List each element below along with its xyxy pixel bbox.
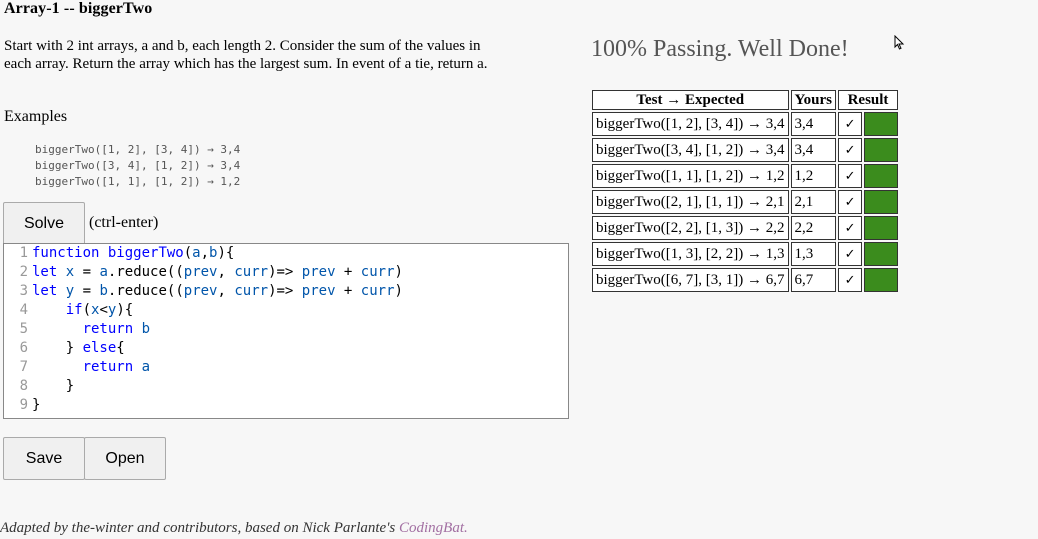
check-icon: ✓: [838, 242, 863, 266]
yours-cell: 2,1: [790, 190, 837, 214]
header-test-expected: Test → Expected: [592, 90, 789, 110]
check-icon: ✓: [838, 216, 863, 240]
code-line[interactable]: 4 if(x<y){: [4, 301, 568, 320]
test-cell: biggerTwo([3, 4], [1, 2]) → 3,4: [592, 138, 789, 162]
result-row: biggerTwo([6, 7], [3, 1]) → 6,7 6,7 ✓: [592, 268, 899, 292]
test-cell: biggerTwo([1, 1], [1, 2]) → 1,2: [592, 164, 789, 188]
result-pass-indicator: [864, 242, 899, 266]
test-cell: biggerTwo([2, 1], [1, 1]) → 2,1: [592, 190, 789, 214]
save-button[interactable]: Save: [3, 437, 85, 480]
yours-cell: 2,2: [790, 216, 837, 240]
footer-text: Adapted by the-winter and contributors, …: [0, 520, 399, 536]
code-line[interactable]: 8 }: [4, 377, 568, 396]
yours-cell: 1,3: [790, 242, 837, 266]
test-cell: biggerTwo([1, 2], [3, 4]) → 3,4: [592, 112, 789, 136]
code-line[interactable]: 2 let x = a.reduce((prev, curr)=> prev + …: [4, 263, 568, 282]
code-editor[interactable]: 1 function biggerTwo(a,b){ 2 let x = a.red…: [3, 243, 569, 419]
result-pass-indicator: [864, 112, 899, 136]
line-number: 5: [19, 321, 28, 337]
results-table: Test → Expected Yours Result biggerTwo([…: [590, 88, 900, 294]
result-pass-indicator: [864, 216, 899, 240]
check-icon: ✓: [838, 164, 863, 188]
line-number: 7: [19, 359, 28, 375]
check-icon: ✓: [838, 268, 863, 292]
passing-status: 100% Passing. Well Done!: [591, 36, 849, 62]
result-pass-indicator: [864, 164, 899, 188]
code-line[interactable]: 1 function biggerTwo(a,b){: [4, 244, 568, 263]
result-pass-indicator: [864, 268, 899, 292]
header-yours: Yours: [790, 90, 837, 110]
example-line: biggerTwo([1, 2], [3, 4]) → 3,4: [35, 143, 241, 156]
mouse-cursor-icon: [894, 34, 905, 55]
yours-cell: 3,4: [790, 138, 837, 162]
result-row: biggerTwo([1, 3], [2, 2]) → 1,3 1,3 ✓: [592, 242, 899, 266]
line-number: 9: [19, 397, 28, 413]
line-number: 1: [19, 245, 28, 261]
result-row: biggerTwo([1, 2], [3, 4]) → 3,4 3,4 ✓: [592, 112, 899, 136]
code-line[interactable]: 9}: [4, 396, 568, 415]
example-line: biggerTwo([1, 1], [1, 2]) → 1,2: [35, 175, 241, 188]
yours-cell: 6,7: [790, 268, 837, 292]
page-title: Array-1 -- biggerTwo: [4, 0, 153, 17]
result-pass-indicator: [864, 190, 899, 214]
code-line[interactable]: 3 let y = b.reduce((prev, curr)=> prev + …: [4, 282, 568, 301]
code-line[interactable]: 6 } else{: [4, 339, 568, 358]
test-cell: biggerTwo([2, 2], [1, 3]) → 2,2: [592, 216, 789, 240]
code-line[interactable]: 5 return b: [4, 320, 568, 339]
result-row: biggerTwo([2, 2], [1, 3]) → 2,2 2,2 ✓: [592, 216, 899, 240]
line-number: 4: [19, 302, 28, 318]
solve-shortcut-hint: (ctrl-enter): [89, 214, 159, 231]
codingbat-link[interactable]: CodingBat.: [399, 520, 468, 536]
line-number: 8: [19, 378, 28, 394]
results-header-row: Test → Expected Yours Result: [592, 90, 899, 110]
examples-list: biggerTwo([1, 2], [3, 4]) → 3,4 biggerTw…: [35, 142, 240, 190]
line-number: 2: [19, 264, 28, 280]
yours-cell: 1,2: [790, 164, 837, 188]
open-button[interactable]: Open: [84, 437, 166, 480]
result-row: biggerTwo([2, 1], [1, 1]) → 2,1 2,1 ✓: [592, 190, 899, 214]
check-icon: ✓: [838, 112, 863, 136]
line-number: 6: [19, 340, 28, 356]
result-pass-indicator: [864, 138, 899, 162]
check-icon: ✓: [838, 190, 863, 214]
solve-button[interactable]: Solve: [3, 202, 85, 246]
test-cell: biggerTwo([6, 7], [3, 1]) → 6,7: [592, 268, 789, 292]
examples-label: Examples: [4, 108, 68, 125]
line-number: 3: [19, 283, 28, 299]
result-row: biggerTwo([1, 1], [1, 2]) → 1,2 1,2 ✓: [592, 164, 899, 188]
yours-cell: 3,4: [790, 112, 837, 136]
header-result: Result: [838, 90, 899, 110]
footer-credits: Adapted by the-winter and contributors, …: [0, 520, 468, 537]
result-row: biggerTwo([3, 4], [1, 2]) → 3,4 3,4 ✓: [592, 138, 899, 162]
code-line[interactable]: 7 return a: [4, 358, 568, 377]
test-cell: biggerTwo([1, 3], [2, 2]) → 1,3: [592, 242, 789, 266]
example-line: biggerTwo([3, 4], [1, 2]) → 3,4: [35, 159, 241, 172]
problem-description: Start with 2 int arrays, a and b, each l…: [4, 38, 488, 72]
check-icon: ✓: [838, 138, 863, 162]
